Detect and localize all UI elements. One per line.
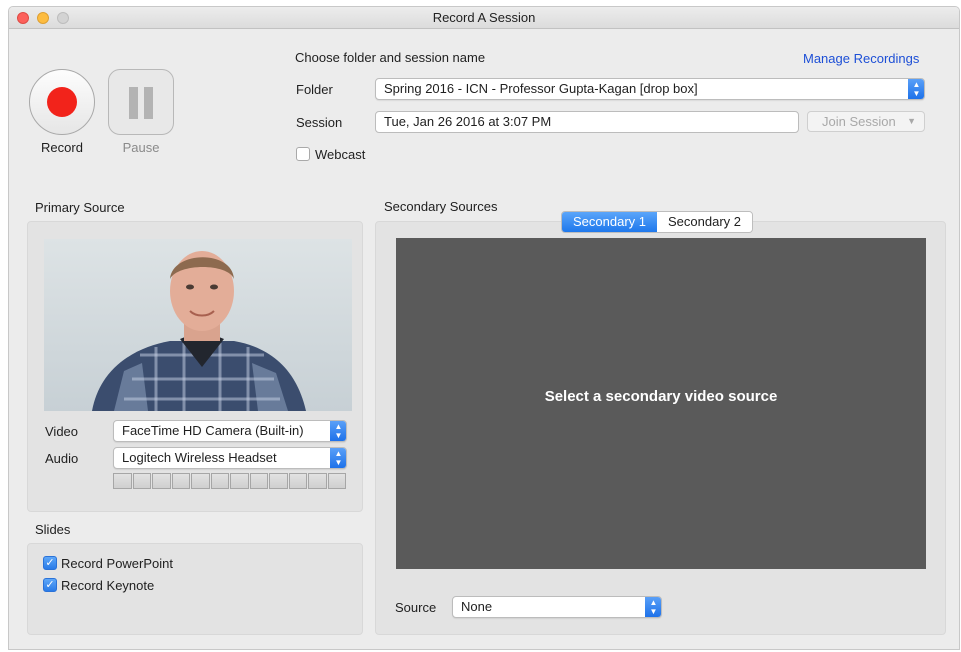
meter-cell xyxy=(191,473,210,489)
updown-chevron-icon: ▲ ▼ xyxy=(330,448,346,468)
record-keynote-checkbox[interactable]: ✓ xyxy=(43,578,57,592)
folder-select[interactable]: Spring 2016 - ICN - Professor Gupta-Kaga… xyxy=(375,78,925,100)
record-powerpoint-label: Record PowerPoint xyxy=(61,556,173,571)
updown-chevron-icon: ▲ ▼ xyxy=(645,597,661,617)
secondary-video-preview: Select a secondary video source xyxy=(396,238,926,569)
record-label: Record xyxy=(41,140,83,155)
record-session-window: Record A Session Record Pause Choose fol… xyxy=(8,6,960,650)
join-session-button[interactable]: Join Session ▼ xyxy=(807,111,925,132)
window-title: Record A Session xyxy=(432,10,536,25)
chevron-down-icon: ▼ xyxy=(907,116,916,126)
session-name-value: Tue, Jan 26 2016 at 3:07 PM xyxy=(384,114,552,129)
pause-label: Pause xyxy=(122,140,160,155)
minimize-window-button[interactable] xyxy=(37,12,49,24)
session-name-input[interactable]: Tue, Jan 26 2016 at 3:07 PM xyxy=(375,111,799,133)
record-button[interactable] xyxy=(29,69,95,135)
webcast-label: Webcast xyxy=(315,147,366,162)
audio-value: Logitech Wireless Headset xyxy=(122,450,277,465)
audio-level-meter xyxy=(113,473,347,490)
video-value: FaceTime HD Camera (Built-in) xyxy=(122,423,304,438)
updown-chevron-icon: ▲ ▼ xyxy=(908,79,924,99)
session-heading: Choose folder and session name xyxy=(295,50,486,65)
secondary-tabs: Secondary 1 Secondary 2 xyxy=(561,211,753,233)
folder-value: Spring 2016 - ICN - Professor Gupta-Kaga… xyxy=(384,81,698,96)
camera-preview xyxy=(44,239,352,411)
meter-cell xyxy=(171,473,190,489)
updown-chevron-icon: ▲ ▼ xyxy=(330,421,346,441)
secondary-sources-title: Secondary Sources xyxy=(384,199,498,214)
source-value: None xyxy=(461,599,493,614)
webcast-checkbox[interactable] xyxy=(296,147,310,161)
session-label: Session xyxy=(296,115,343,130)
meter-cell xyxy=(210,473,229,489)
source-label: Source xyxy=(395,600,437,615)
record-powerpoint-checkbox[interactable]: ✓ xyxy=(43,556,57,570)
record-keynote-label: Record Keynote xyxy=(61,578,155,593)
manage-recordings-link[interactable]: Manage Recordings xyxy=(803,51,919,66)
meter-cell xyxy=(230,473,249,489)
primary-source-title: Primary Source xyxy=(35,200,125,215)
meter-cell xyxy=(269,473,288,489)
meter-cell xyxy=(288,473,307,489)
title-bar: Record A Session xyxy=(9,7,959,29)
meter-cell xyxy=(327,473,346,489)
pause-button[interactable] xyxy=(108,69,174,135)
presenter-image xyxy=(44,239,352,411)
close-window-button[interactable] xyxy=(17,12,29,24)
meter-cell xyxy=(113,473,132,489)
meter-cell xyxy=(308,473,327,489)
meter-cell xyxy=(132,473,151,489)
folder-label: Folder xyxy=(296,82,333,97)
record-icon xyxy=(47,87,77,117)
secondary-source-select[interactable]: None ▲ ▼ xyxy=(452,596,662,618)
audio-select[interactable]: Logitech Wireless Headset ▲ ▼ xyxy=(113,447,347,469)
video-select[interactable]: FaceTime HD Camera (Built-in) ▲ ▼ xyxy=(113,420,347,442)
video-label: Video xyxy=(45,424,79,439)
zoom-window-button[interactable] xyxy=(57,12,69,24)
tab-secondary-1[interactable]: Secondary 1 xyxy=(562,212,657,232)
secondary-placeholder-text: Select a secondary video source xyxy=(544,388,778,405)
meter-cell xyxy=(152,473,171,489)
slides-title: Slides xyxy=(35,522,71,537)
join-session-label: Join Session xyxy=(822,114,896,129)
meter-cell xyxy=(249,473,268,489)
audio-label: Audio xyxy=(45,451,79,466)
tab-secondary-2[interactable]: Secondary 2 xyxy=(657,212,752,232)
